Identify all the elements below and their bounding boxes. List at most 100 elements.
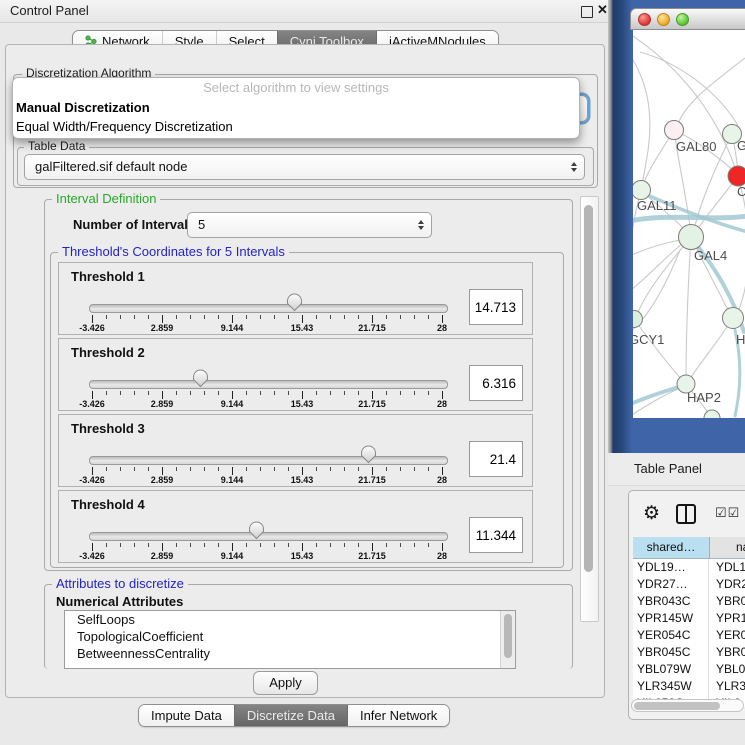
threshold-slider-thumb[interactable] [192,369,209,388]
slider-tick-label: 9.144 [210,475,254,485]
threshold-block-2: Threshold 2-3.4262.8599.14415.4321.71528… [58,338,533,411]
table-row[interactable]: YPR145WYPR1 [633,610,745,627]
slider-tick [442,543,443,551]
slider-tick [260,315,261,319]
mac-zoom-icon[interactable] [676,13,689,26]
threshold-slider-thumb[interactable] [248,521,265,540]
settings-scrollbar[interactable] [580,196,599,622]
table-horizontal-scrollbar-thumb[interactable] [634,702,720,710]
slider-tick [148,315,149,319]
edge [686,237,691,381]
attribute-item-topologicalcoefficient[interactable]: TopologicalCoefficient [65,628,515,645]
number-of-intervals-label: Number of Intervals [73,217,195,232]
slider-tick-label: -3.426 [70,475,114,485]
gear-icon[interactable]: ⚙ [643,503,660,525]
apply-button[interactable]: Apply [253,671,318,695]
slider-tick-label: 21.715 [350,399,394,409]
mac-close-icon[interactable] [638,13,651,26]
tab-impute-data[interactable]: Impute Data [139,705,234,726]
cell-name: YER0 [709,627,745,644]
mac-minimize-icon[interactable] [657,13,670,26]
node-gcy1[interactable] [633,311,643,328]
slider-tick [260,543,261,547]
table-row[interactable]: YER054CYER0 [633,627,745,644]
slider-tick [344,467,345,471]
cell-name: YLR3 [709,678,745,695]
slider-tick [330,543,331,547]
column-header-shared-name[interactable]: shared… [633,537,710,558]
table-panel-header: Table Panel [608,453,745,486]
slider-tick [400,391,401,395]
network-graph: GAL80GAL11GAL4GCY1HHAP2GAC [633,30,745,418]
slider-tick [190,467,191,471]
threshold-value-field[interactable]: 14.713 [469,289,523,325]
thresholds-group-title: Threshold's Coordinates for 5 Intervals [58,245,289,258]
node[interactable] [704,410,720,418]
threshold-slider-track[interactable] [89,304,448,313]
select-columns-icon[interactable]: ☑☑ [715,505,740,521]
slider-tick [162,543,163,551]
slider-tick-label: 15.43 [280,551,324,561]
network-window-titlebar[interactable] [630,8,745,30]
close-icon[interactable]: ✕ [597,2,608,18]
node-table: shared… na YDL19…YDL1YDR27…YDR2YBR043CYB… [633,537,745,707]
threshold-value-field[interactable]: 21.4 [469,441,523,477]
table-row[interactable]: YLR345WYLR3 [633,678,745,695]
table-row[interactable]: YBR043CYBR0 [633,593,745,610]
settings-scrollbar-thumb[interactable] [584,205,593,572]
node-gal80[interactable] [665,121,684,140]
slider-tick-label: 28 [420,551,464,561]
cell-name: YBR0 [709,644,745,661]
threshold-value-field[interactable]: 11.344 [469,517,523,553]
slider-tick [120,467,121,471]
node-gal4[interactable] [679,225,704,250]
slider-tick [400,315,401,319]
slider-tick [414,391,415,395]
table-row[interactable]: YBR045CYBR0 [633,644,745,661]
dropdown-option-manual-discretization[interactable]: Manual Discretization [13,98,579,117]
slider-tick [260,467,261,471]
threshold-slider-track[interactable] [89,456,448,465]
threshold-value-field[interactable]: 6.316 [469,365,523,401]
tab-label: Discretize Data [247,708,335,723]
number-of-intervals-combobox[interactable]: 5 [187,212,432,238]
threshold-slider-thumb[interactable] [360,445,377,464]
tab-infer-network[interactable]: Infer Network [347,705,449,726]
slider-tick-label: 28 [420,399,464,409]
node-gal11[interactable] [633,181,651,200]
threshold-slider-track[interactable] [89,532,448,541]
attribute-item-selfloops[interactable]: SelfLoops [65,611,515,628]
slider-tick [92,315,93,323]
table-data-combobox[interactable]: galFiltered.sif default node [24,154,585,180]
slider-tick [148,543,149,547]
threshold-slider-track[interactable] [89,380,448,389]
column-header-name[interactable]: na [710,537,745,558]
attribute-item-betweennesscentrality[interactable]: BetweennessCentrality [65,645,515,662]
split-columns-icon[interactable] [676,504,696,524]
attributes-list-scrollbar-thumb[interactable] [504,614,512,658]
slider-tick [302,315,303,323]
cell-name: YDL1 [709,559,745,576]
dropdown-placeholder-item[interactable]: Select algorithm to view settings [13,78,579,98]
table-row[interactable]: YDR27…YDR2 [633,576,745,593]
numerical-attributes-list: SelfLoopsTopologicalCoefficientBetweenne… [64,610,516,669]
float-window-icon[interactable] [581,6,593,18]
slider-tick [442,391,443,399]
slider-tick [386,543,387,547]
node[interactable] [728,166,745,186]
network-canvas[interactable]: GAL80GAL11GAL4GCY1HHAP2GAC [633,30,745,418]
table-row[interactable]: YBL079WYBL0 [633,661,745,678]
tab-discretize-data[interactable]: Discretize Data [234,705,347,726]
table-horizontal-scrollbar[interactable] [631,699,744,712]
dropdown-option-equal-width-frequency-discretization[interactable]: Equal Width/Frequency Discretization [13,117,579,136]
threshold-slider-thumb[interactable] [286,293,303,312]
node-label-clipped: GA [737,138,745,153]
table-row[interactable]: YDL19…YDL1 [633,559,745,576]
slider-tick [344,315,345,319]
slider-tick [330,315,331,319]
node-h[interactable] [723,308,744,329]
slider-tick [274,467,275,471]
attributes-list-scrollbar[interactable] [500,611,515,668]
slider-tick [414,467,415,471]
slider-tick [106,467,107,471]
